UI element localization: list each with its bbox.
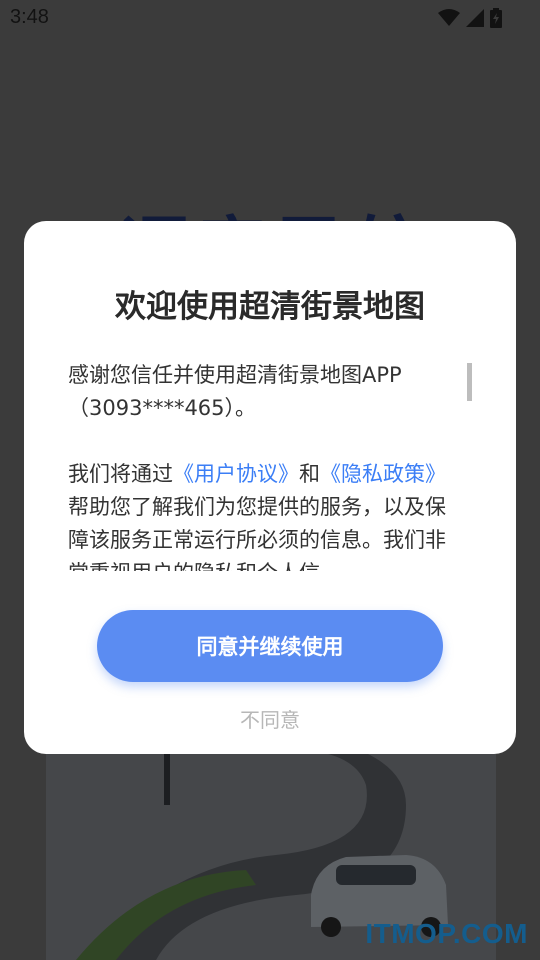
dialog-scrollbar[interactable] [467, 363, 472, 401]
privacy-dialog: 欢迎使用超清街景地图 感谢您信任并使用超清街景地图APP（3093****465… [24, 221, 516, 754]
dialog-body[interactable]: 感谢您信任并使用超清街景地图APP（3093****465）。 我们将通过《用户… [68, 359, 466, 571]
agree-button[interactable]: 同意并继续使用 [97, 610, 443, 682]
agreement-paragraph: 我们将通过《用户协议》和《隐私政策》帮助您了解我们为您提供的服务，以及保障该服务… [68, 458, 466, 571]
user-agreement-link[interactable]: 《用户协议》 [173, 462, 299, 486]
disagree-button[interactable]: 不同意 [24, 703, 516, 734]
agreement-prefix-text: 我们将通过 [68, 462, 173, 486]
dialog-title: 欢迎使用超清街景地图 [115, 289, 425, 325]
agreement-suffix-text: 帮助您了解我们为您提供的服务，以及保障该服务正常运行所必须的信息。我们非常重视用… [68, 495, 446, 571]
privacy-policy-link[interactable]: 《隐私政策》 [320, 462, 446, 486]
and-text: 和 [299, 462, 320, 486]
intro-paragraph: 感谢您信任并使用超清街景地图APP（3093****465）。 [68, 363, 402, 420]
